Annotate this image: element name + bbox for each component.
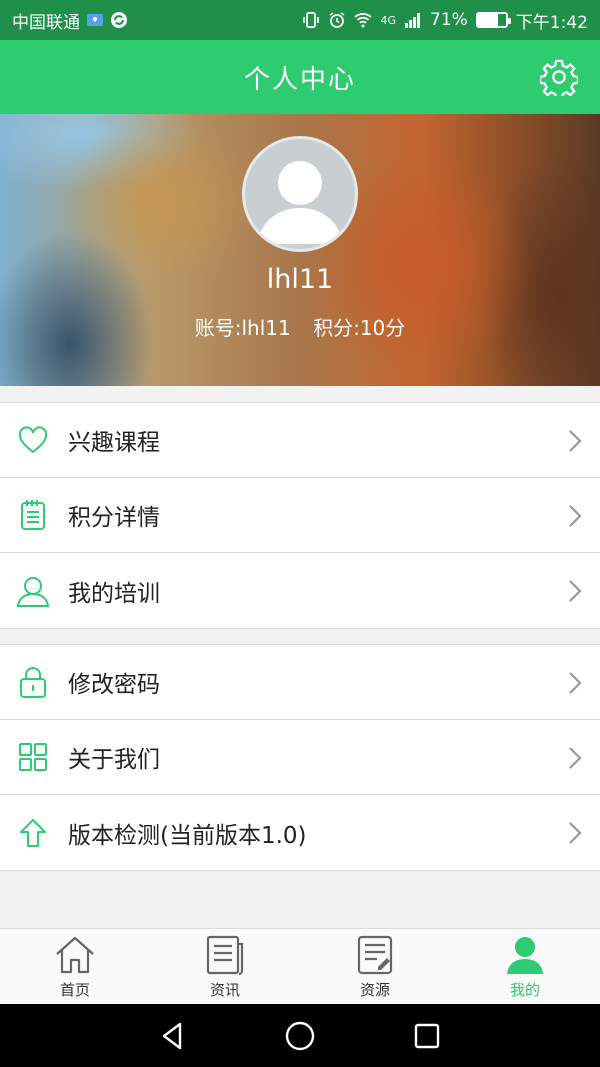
chevron-right-icon: [569, 672, 582, 694]
status-bar: 中国联通 4G 71% 下午1:42: [0, 0, 600, 40]
notepad-icon: [16, 498, 50, 532]
app-header: 个人中心: [0, 40, 600, 114]
notification-icon: [87, 14, 103, 26]
tab-home[interactable]: 首页: [0, 929, 150, 1004]
person-icon: [503, 933, 547, 977]
signal-icon: [405, 13, 421, 28]
profile-banner: lhl11 账号:lhl11 积分:10分: [0, 114, 600, 386]
chevron-right-icon: [569, 430, 582, 452]
menu-group-learning: 兴趣课程 积分详情 我的培训: [0, 402, 600, 629]
menu-item-points-detail[interactable]: 积分详情: [0, 478, 600, 553]
grid-icon: [16, 740, 50, 774]
menu-item-label: 兴趣课程: [68, 430, 160, 456]
upload-arrow-icon: [16, 816, 50, 850]
back-triangle-icon: [163, 1022, 182, 1049]
alarm-icon: [330, 12, 345, 28]
tab-news[interactable]: 资讯: [150, 929, 300, 1004]
tab-label: 我的: [509, 981, 540, 999]
avatar[interactable]: [242, 136, 358, 252]
menu-item-label: 修改密码: [68, 672, 160, 698]
default-avatar-icon: [257, 161, 343, 244]
back-button[interactable]: [153, 1016, 193, 1056]
page-title: 个人中心: [243, 64, 356, 95]
tab-resources[interactable]: 资源: [300, 929, 450, 1004]
menu-item-label: 积分详情: [68, 505, 160, 531]
clock: 下午1:42: [515, 12, 588, 33]
account-id: 账号:lhl11: [194, 316, 291, 340]
chevron-right-icon: [569, 822, 582, 844]
news-icon: [203, 933, 247, 977]
user-icon: [16, 574, 50, 608]
home-system-button[interactable]: [280, 1016, 320, 1056]
home-icon: [53, 933, 97, 977]
heart-icon: [16, 423, 50, 457]
lock-icon: [16, 665, 50, 699]
username: lhl11: [266, 264, 334, 295]
battery-icon: [475, 12, 511, 28]
wifi-icon: [354, 13, 373, 28]
menu-item-about-us[interactable]: 关于我们: [0, 720, 600, 795]
system-nav-bar: [0, 1004, 600, 1067]
menu-item-interest-courses[interactable]: 兴趣课程: [0, 403, 600, 478]
menu-item-change-password[interactable]: 修改密码: [0, 645, 600, 720]
tab-label: 资讯: [209, 981, 240, 999]
menu-item-label: 我的培训: [68, 580, 160, 607]
vibrate-icon: [303, 12, 320, 28]
document-icon: [353, 933, 397, 977]
recents-square-icon: [414, 1023, 439, 1048]
battery-fill: [477, 14, 498, 26]
menu-item-my-training[interactable]: 我的培训: [0, 553, 600, 628]
recents-button[interactable]: [407, 1016, 447, 1056]
sync-icon: [111, 12, 127, 28]
menu-item-label: 版本检测(当前版本1.0): [68, 822, 307, 849]
chevron-right-icon: [569, 747, 582, 769]
battery-percent: 71%: [430, 10, 468, 30]
chevron-right-icon: [569, 580, 582, 602]
menu-item-label: 关于我们: [68, 747, 160, 773]
chevron-right-icon: [569, 505, 582, 527]
gear-icon[interactable]: [540, 58, 578, 96]
tab-label: 首页: [59, 981, 90, 999]
home-circle-icon: [285, 1021, 315, 1050]
network-type: 4G: [380, 13, 397, 27]
points-value: 积分:10分: [313, 316, 406, 340]
bottom-nav: 首页 资讯 资源 我的: [0, 928, 600, 1004]
carrier-label: 中国联通: [12, 12, 80, 33]
account-info: 账号:lhl11 积分:10分: [0, 312, 600, 341]
tab-mine[interactable]: 我的: [450, 929, 600, 1004]
tab-label: 资源: [359, 981, 390, 999]
menu-group-settings: 修改密码 关于我们 版本检测(当前版本1.0): [0, 644, 600, 871]
menu-item-version-check[interactable]: 版本检测(当前版本1.0): [0, 795, 600, 870]
